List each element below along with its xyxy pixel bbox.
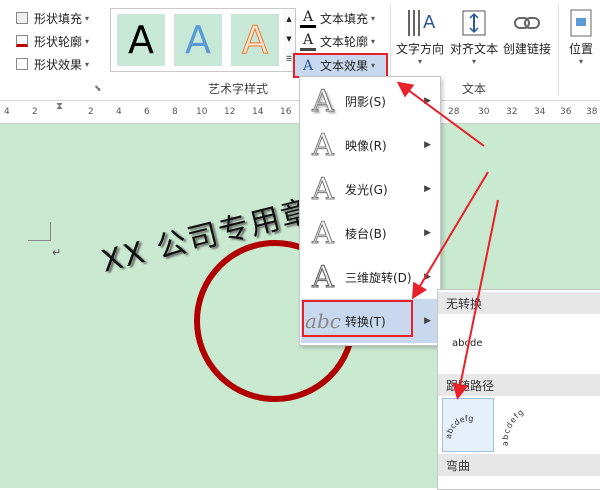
arrow-to-text-effects [396,81,485,147]
arrow-to-follow-path [452,199,499,400]
arrow-to-transform [411,171,489,300]
annotation-arrows [396,81,499,400]
